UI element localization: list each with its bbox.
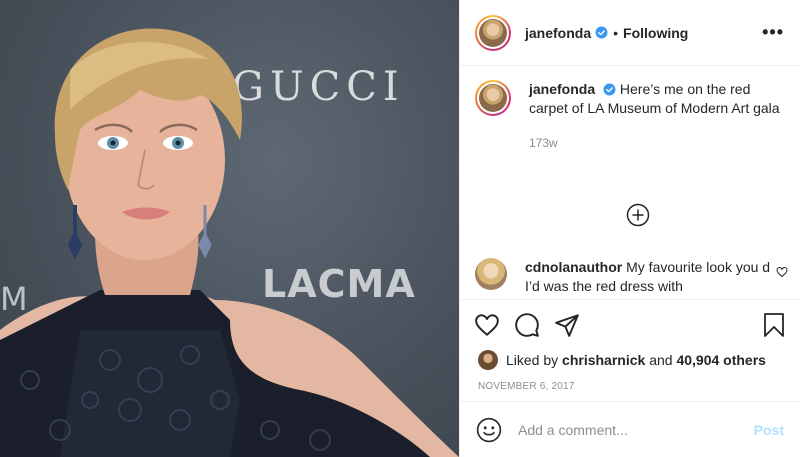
- save-bookmark-icon[interactable]: [762, 312, 786, 338]
- caption-username[interactable]: janefonda: [529, 81, 595, 97]
- author-avatar[interactable]: [475, 14, 511, 51]
- post-comment-button[interactable]: Post: [754, 422, 784, 438]
- comment-like-heart-icon[interactable]: [776, 266, 788, 278]
- caption-timestamp[interactable]: 173w: [529, 134, 781, 153]
- comment-bubble-icon[interactable]: [514, 312, 540, 338]
- author-username[interactable]: janefonda: [525, 25, 591, 41]
- comment-input[interactable]: [518, 421, 738, 438]
- share-send-icon[interactable]: [554, 312, 580, 338]
- separator-dot: •: [613, 24, 619, 41]
- likes-conjunction: and: [649, 352, 673, 368]
- likes-prefix: Liked by: [506, 352, 559, 368]
- post-photo[interactable]: GUCCI LACMA M: [0, 0, 459, 457]
- commenter-username[interactable]: cdnolanauthor: [525, 259, 622, 275]
- post-caption: janefonda Here’s me on the red carpet of…: [475, 80, 788, 153]
- portrait-illustration: [0, 28, 459, 457]
- load-more-comments-icon[interactable]: [626, 203, 650, 227]
- more-options-icon[interactable]: •••: [762, 22, 784, 43]
- likes-summary: Liked by chrisharnick and 40,904 others: [460, 350, 800, 370]
- post-header: janefonda • Following •••: [460, 0, 800, 66]
- commenter-avatar[interactable]: [475, 258, 507, 290]
- post-side-panel: janefonda • Following ••• janefonda Here…: [459, 0, 800, 457]
- add-comment-bar: Post: [460, 401, 800, 457]
- liker-username[interactable]: chrisharnick: [562, 352, 645, 368]
- verified-badge-icon: [595, 26, 608, 39]
- like-heart-icon[interactable]: [474, 312, 500, 338]
- caption-author-avatar[interactable]: [475, 80, 511, 116]
- liker-avatar[interactable]: [478, 350, 498, 370]
- post-date[interactable]: NOVEMBER 6, 2017: [460, 381, 800, 392]
- post-actions-area: Liked by chrisharnick and 40,904 others …: [460, 299, 800, 392]
- likes-count[interactable]: 40,904 others: [676, 352, 766, 368]
- action-bar: [460, 300, 800, 350]
- emoji-smiley-icon[interactable]: [476, 417, 502, 443]
- following-button[interactable]: Following: [623, 25, 688, 41]
- comment-item: cdnolanauthor My favourite look you d I’…: [475, 258, 790, 298]
- caption-verified-badge-icon: [603, 83, 616, 96]
